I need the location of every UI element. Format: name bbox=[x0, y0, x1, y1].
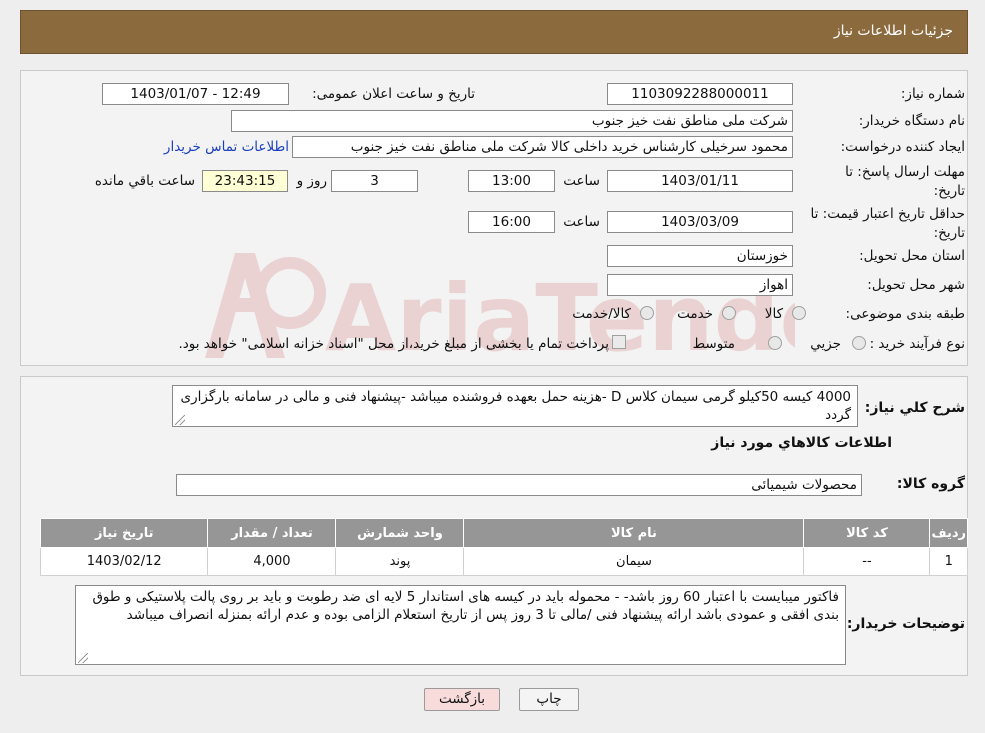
col-name: نام کالا bbox=[463, 518, 805, 548]
category-option-service: خدمت bbox=[677, 306, 713, 322]
summary-textarea[interactable]: 4000 کیسه 50کیلو گرمی سیمان کلاس D -هزین… bbox=[172, 385, 858, 427]
col-unit: واحد شمارش bbox=[335, 518, 465, 548]
validity-date-field[interactable]: 1403/03/09 bbox=[607, 211, 793, 233]
category-option-goods-service: کالا/خدمت bbox=[572, 306, 631, 322]
process-option-medium: متوسط bbox=[692, 336, 735, 352]
table-row[interactable]: 1 -- سیمان پوند 4,000 1403/02/12 bbox=[39, 547, 968, 576]
buyer-org-label: نام دستگاه خریدار: bbox=[858, 113, 965, 129]
process-option-minor: جزيي bbox=[810, 336, 841, 352]
need-number-field[interactable]: 1103092288000011 bbox=[607, 83, 793, 105]
process-label: نوع فرآیند خرید : bbox=[869, 336, 965, 352]
summary-text: 4000 کیسه 50کیلو گرمی سیمان کلاس D -هزین… bbox=[180, 389, 851, 423]
cell-unit: پوند bbox=[335, 547, 465, 576]
category-radio-goods-service[interactable] bbox=[640, 306, 654, 320]
buyer-notes-label: توضیحات خریدار: bbox=[846, 616, 965, 632]
cell-date: 1403/02/12 bbox=[39, 547, 209, 576]
deadline-time-label: ساعت bbox=[563, 173, 600, 189]
buyer-notes-textarea[interactable]: فاکتور میبایست با اعتبار 60 روز باشد- - … bbox=[75, 585, 846, 665]
category-option-goods: کالا bbox=[764, 306, 783, 322]
cell-row: 1 bbox=[929, 547, 968, 576]
back-button[interactable]: بازگشت bbox=[424, 688, 500, 711]
announce-datetime-field[interactable]: 1403/01/07 - 12:49 bbox=[102, 83, 289, 105]
treasury-payment-checkbox[interactable] bbox=[612, 335, 626, 349]
page-title: جزئیات اطلاعات نیاز bbox=[833, 23, 953, 39]
remaining-label: ساعت باقي مانده bbox=[94, 173, 195, 189]
province-label: استان محل تحویل: bbox=[859, 248, 965, 264]
col-row: رديف bbox=[929, 518, 968, 548]
category-label: طبقه بندی موضوعی: bbox=[845, 306, 965, 322]
category-radio-service[interactable] bbox=[722, 306, 736, 320]
table-header-row: رديف کد کالا نام کالا واحد شمارش تعداد /… bbox=[39, 518, 968, 548]
creator-field[interactable]: محمود سرخیلی کارشناس خرید داخلی کالا شرک… bbox=[292, 136, 793, 158]
goods-info-title: اطلاعات کالاهاي مورد نياز bbox=[711, 435, 892, 451]
remaining-days-field[interactable]: 3 bbox=[331, 170, 418, 192]
cell-name: سیمان bbox=[463, 547, 805, 576]
buyer-org-field[interactable]: شرکت ملی مناطق نفت خیز جنوب bbox=[231, 110, 793, 132]
validity-label: حداقل تاریخ اعتبار قیمت: تا تاریخ: bbox=[810, 206, 965, 241]
col-date: تاریخ نیاز bbox=[39, 518, 209, 548]
resize-grip-icon[interactable] bbox=[175, 415, 185, 425]
deadline-label: مهلت ارسال پاسخ: تا تاریخ: bbox=[845, 164, 965, 199]
validity-time-label: ساعت bbox=[563, 214, 600, 230]
creator-label: ایجاد کننده درخواست: bbox=[840, 139, 965, 155]
process-radio-medium[interactable] bbox=[768, 336, 782, 350]
print-button[interactable]: چاپ bbox=[519, 688, 579, 711]
category-radio-goods[interactable] bbox=[792, 306, 806, 320]
announce-label: تاریخ و ساعت اعلان عمومی: bbox=[312, 86, 475, 102]
deadline-time-field[interactable]: 13:00 bbox=[468, 170, 555, 192]
province-field[interactable]: خوزستان bbox=[607, 245, 793, 267]
days-label: روز و bbox=[296, 173, 327, 189]
deadline-date-field[interactable]: 1403/01/11 bbox=[607, 170, 793, 192]
cell-code: -- bbox=[803, 547, 931, 576]
validity-time-field[interactable]: 16:00 bbox=[468, 211, 555, 233]
page-header: جزئیات اطلاعات نیاز bbox=[20, 10, 968, 54]
city-field[interactable]: اهواز bbox=[607, 274, 793, 296]
resize-grip-icon[interactable] bbox=[78, 653, 88, 663]
col-code: کد کالا bbox=[803, 518, 931, 548]
buyer-notes-text: فاکتور میبایست با اعتبار 60 روز باشد- - … bbox=[92, 589, 839, 623]
buyer-contact-link[interactable]: اطلاعات تماس خریدار bbox=[164, 139, 289, 155]
treasury-payment-note: پرداخت تمام یا بخشی از مبلغ خرید،از محل … bbox=[178, 336, 609, 352]
goods-group-label: گروه کالا: bbox=[896, 476, 965, 492]
cell-qty: 4,000 bbox=[207, 547, 337, 576]
need-number-label: شماره نیاز: bbox=[900, 86, 965, 102]
process-radio-minor[interactable] bbox=[852, 336, 866, 350]
city-label: شهر محل تحویل: bbox=[867, 277, 965, 293]
remaining-time-field[interactable]: 23:43:15 bbox=[202, 170, 288, 192]
summary-label: شرح کلي نياز: bbox=[864, 400, 965, 416]
goods-group-field[interactable]: محصولات شیمیائی bbox=[176, 474, 862, 496]
col-qty: تعداد / مقدار bbox=[207, 518, 337, 548]
goods-table: رديف کد کالا نام کالا واحد شمارش تعداد /… bbox=[39, 518, 968, 576]
